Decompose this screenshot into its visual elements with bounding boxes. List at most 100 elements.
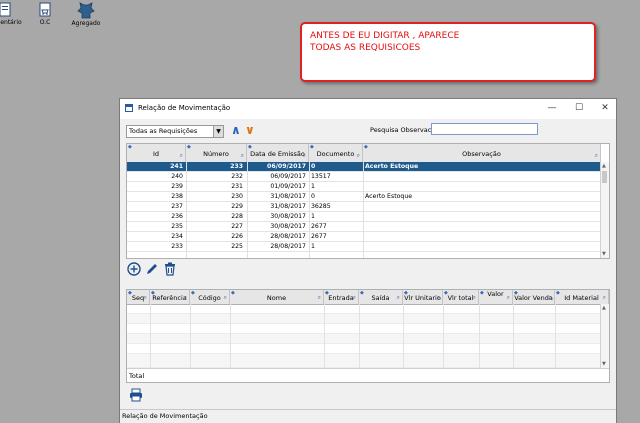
table-cell: 234 <box>171 233 183 240</box>
table-row[interactable]: 240 232 06/09/2017 13517 <box>127 172 601 182</box>
inventory-icon <box>0 2 11 17</box>
table-cell: 240 <box>171 173 183 180</box>
table-cell: 1 <box>311 213 315 220</box>
table-row[interactable]: 233 225 28/08/2017 1 <box>127 242 601 252</box>
table-cell: 233 <box>230 163 243 170</box>
requisition-filter-select[interactable]: Todas as Requisições ▼ <box>126 125 224 138</box>
table-cell: 1 <box>311 243 315 250</box>
table-cell: 237 <box>171 203 183 210</box>
table-cell: 232 <box>231 173 243 180</box>
table-cell: 235 <box>171 223 183 230</box>
table-cell: 30/08/2017 <box>270 223 306 230</box>
table-cell: 233 <box>171 243 183 250</box>
table-cell: 06/09/2017 <box>267 163 306 170</box>
add-icon[interactable] <box>127 262 141 276</box>
empty-row <box>127 324 601 334</box>
table-cell: 229 <box>231 203 243 210</box>
table-row[interactable]: 241 233 06/09/2017 0 Acerto Estoque <box>127 162 601 172</box>
table-row[interactable]: 236 228 30/08/2017 1 <box>127 212 601 222</box>
window-titlebar[interactable]: Relação de Movimentação — ☐ ✕ <box>120 99 616 119</box>
delete-icon[interactable] <box>163 262 177 276</box>
table-cell: 0 <box>311 163 316 170</box>
table-cell: Acerto Estoque <box>365 163 419 170</box>
column-header-codigo[interactable]: ◆ Código ⌕ <box>190 290 230 304</box>
toolbar-item-oc[interactable]: O.C <box>34 2 56 26</box>
move-down-icon[interactable]: ∨ <box>245 123 255 137</box>
table-cell: 226 <box>231 233 243 240</box>
table-row[interactable]: 234 226 28/08/2017 2677 <box>127 232 601 242</box>
column-header-documento[interactable]: ◆ Documento ⌕ <box>309 144 363 162</box>
items-grid-header: ◆ Seq ⌕ ◆ Referência ⌕ ◆ Código ⌕ ◆ Nome ⌕ ◆ Entr… <box>127 290 609 305</box>
items-vertical-scrollbar[interactable]: ▲ ▼ <box>600 304 609 368</box>
column-header-valor[interactable]: ◆ Valor ⌕ <box>479 290 513 304</box>
column-header-id[interactable]: ◆ Id ⌕ <box>127 144 186 162</box>
toolbar-item-inventory[interactable]: entário <box>0 2 22 26</box>
table-cell: 31/08/2017 <box>270 193 306 200</box>
column-header-entrada[interactable]: ◆ Entrada ⌕ <box>324 290 359 304</box>
edit-icon[interactable] <box>145 262 159 276</box>
column-header-referencia[interactable]: ◆ Referência ⌕ <box>150 290 190 304</box>
column-header-data-emissao[interactable]: ◆ Data de Emissão ⌕ <box>247 144 309 162</box>
column-header-id-material[interactable]: ◆ Id Material ⌕ <box>555 290 609 304</box>
table-cell: 2677 <box>311 233 327 240</box>
table-cell: 239 <box>171 183 183 190</box>
table-cell: 06/09/2017 <box>270 173 306 180</box>
column-header-vlr-total[interactable]: ◆ Vlr total ⌕ <box>443 290 479 304</box>
table-cell: 31/08/2017 <box>270 203 306 210</box>
column-header-observacao[interactable]: ◆ Observação ⌕ <box>363 144 601 162</box>
table-row[interactable]: 238 230 31/08/2017 0 Acerto Estoque <box>127 192 601 202</box>
leather-icon <box>77 2 95 19</box>
purchase-order-icon <box>39 2 51 17</box>
requisitions-grid: ◆ Id ⌕ ◆ Número ⌕ ◆ Data de Emissão ⌕ ◆ Documen… <box>126 143 610 259</box>
minimize-button[interactable]: — <box>545 103 559 115</box>
vertical-scrollbar[interactable]: ▲ ▼ <box>600 162 609 258</box>
move-up-icon[interactable]: ∧ <box>231 123 241 137</box>
empty-row <box>127 314 601 324</box>
toolbar-label-inventory: entário <box>0 19 22 26</box>
scrollbar-thumb[interactable] <box>602 171 607 183</box>
empty-row <box>127 354 601 368</box>
toolbar-item-agregado[interactable]: Agregado <box>68 2 104 27</box>
chevron-down-icon[interactable]: ▼ <box>213 126 223 137</box>
column-header-valor-venda[interactable]: ◆ Valor Venda ⌕ <box>513 290 555 304</box>
table-cell: 225 <box>231 243 243 250</box>
search-observacao-input[interactable] <box>431 123 538 135</box>
table-cell: 241 <box>170 163 183 170</box>
window-title: Relação de Movimentação <box>138 104 231 112</box>
toolbar-label-agregado: Agregado <box>71 20 101 27</box>
empty-row <box>127 344 601 354</box>
annotation-note: ANTES DE EU DIGITAR , APARECE TODAS AS R… <box>300 22 596 82</box>
close-button[interactable]: ✕ <box>598 103 612 115</box>
table-cell: 236 <box>171 213 183 220</box>
table-cell: 13517 <box>311 173 331 180</box>
printer-icon[interactable] <box>129 388 143 402</box>
table-cell: 2677 <box>311 223 327 230</box>
table-cell: 230 <box>231 193 243 200</box>
table-cell: 231 <box>231 183 243 190</box>
table-cell: 28/08/2017 <box>270 243 306 250</box>
column-header-saida[interactable]: ◆ Saída ⌕ <box>359 290 403 304</box>
window-content: Todas as Requisições ▼ ∧ ∨ Pesquisa Obse… <box>120 119 616 423</box>
empty-row <box>127 334 601 344</box>
movement-window: Relação de Movimentação — ☐ ✕ Todas as R… <box>119 98 617 423</box>
table-row[interactable]: 235 227 30/08/2017 2677 <box>127 222 601 232</box>
note-line-2: TODAS AS REQUISICOES <box>310 43 421 53</box>
column-header-seq[interactable]: ◆ Seq ⌕ <box>127 290 150 304</box>
table-row[interactable]: 239 231 01/09/2017 1 <box>127 182 601 192</box>
table-cell: 36285 <box>311 203 331 210</box>
note-line-1: ANTES DE EU DIGITAR , APARECE <box>310 31 460 41</box>
filter-value: Todas as Requisições <box>129 127 198 135</box>
table-cell: 0 <box>311 193 315 200</box>
search-label: Pesquisa Observacao <box>370 126 440 134</box>
table-cell: 238 <box>171 193 183 200</box>
column-header-vlr-unitario[interactable]: ◆ Vlr Unitario ⌕ <box>403 290 443 304</box>
table-row[interactable]: 237 229 31/08/2017 36285 <box>127 202 601 212</box>
toolbar-label-oc: O.C <box>39 19 51 26</box>
table-cell: 228 <box>231 213 243 220</box>
total-row: Total <box>127 368 609 382</box>
maximize-button[interactable]: ☐ <box>572 103 586 115</box>
table-cell: 1 <box>311 183 315 190</box>
column-header-numero[interactable]: ◆ Número ⌕ <box>186 144 247 162</box>
table-cell: 28/08/2017 <box>270 233 306 240</box>
column-header-nome[interactable]: ◆ Nome ⌕ <box>230 290 324 304</box>
